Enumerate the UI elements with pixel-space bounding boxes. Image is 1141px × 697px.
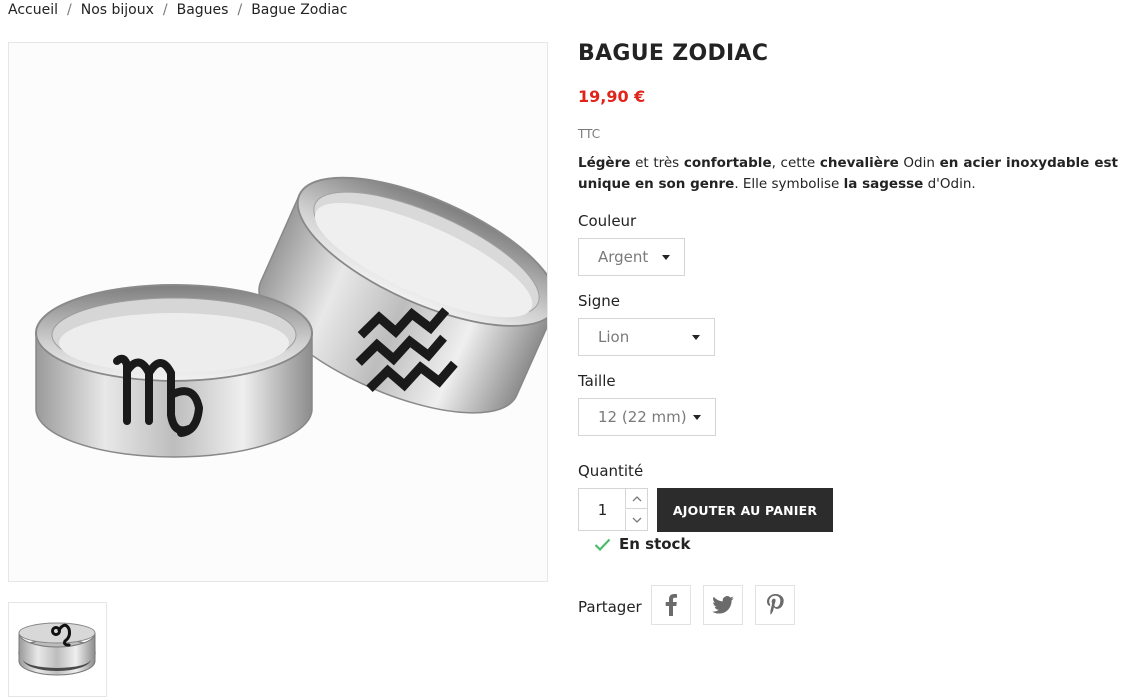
color-label: Couleur <box>578 212 637 230</box>
stock-status: En stock <box>594 535 690 553</box>
stock-label: En stock <box>619 535 691 553</box>
color-select[interactable]: Argent <box>578 238 685 276</box>
product-main-image[interactable] <box>8 42 548 582</box>
product-title: BAGUE ZODIAC <box>578 41 769 66</box>
size-label: Taille <box>578 372 616 390</box>
breadcrumb-accueil[interactable]: Accueil <box>8 2 58 18</box>
breadcrumb-separator: / <box>162 2 168 18</box>
share-pinterest-button[interactable] <box>755 585 795 625</box>
color-select-value: Argent <box>598 248 649 266</box>
rings-photo <box>35 176 547 458</box>
breadcrumb: Accueil / Nos bijoux / Bagues / Bague Zo… <box>8 2 347 18</box>
breadcrumb-bagues[interactable]: Bagues <box>177 2 229 18</box>
breadcrumb-separator: / <box>237 2 243 18</box>
share-twitter-button[interactable] <box>703 585 743 625</box>
facebook-icon <box>665 594 677 616</box>
sign-select[interactable]: Lion <box>578 318 715 356</box>
sign-label: Signe <box>578 292 620 310</box>
add-to-cart-button[interactable]: AJOUTER AU PANIER <box>657 488 833 532</box>
quantity-input[interactable]: 1 <box>579 489 626 530</box>
chevron-down-icon <box>692 335 700 340</box>
check-icon <box>594 538 611 551</box>
pinterest-icon <box>766 594 784 615</box>
quantity-decrease-button[interactable] <box>625 510 647 530</box>
chevron-down-icon <box>632 517 641 523</box>
twitter-icon <box>712 596 734 614</box>
chevron-up-icon <box>632 495 641 501</box>
share-label: Partager <box>578 598 642 616</box>
tax-label: TTC <box>578 127 601 141</box>
quantity-stepper: 1 <box>578 488 648 531</box>
breadcrumb-current: Bague Zodiac <box>251 2 348 18</box>
breadcrumb-separator: / <box>67 2 72 18</box>
size-select[interactable]: 12 (22 mm) <box>578 398 716 436</box>
product-description: Légère et très confortable, cette cheval… <box>578 155 1119 192</box>
quantity-label: Quantité <box>578 462 644 480</box>
ring-thumbnail <box>18 622 96 676</box>
chevron-down-icon <box>693 415 701 420</box>
breadcrumb-nos-bijoux[interactable]: Nos bijoux <box>81 2 154 18</box>
product-price: 19,90 € <box>578 87 646 106</box>
chevron-down-icon <box>662 255 670 260</box>
product-thumbnail[interactable] <box>8 602 107 697</box>
size-select-value: 12 (22 mm) <box>598 408 687 426</box>
quantity-increase-button[interactable] <box>625 489 647 509</box>
sign-select-value: Lion <box>598 328 630 346</box>
share-facebook-button[interactable] <box>651 585 691 625</box>
